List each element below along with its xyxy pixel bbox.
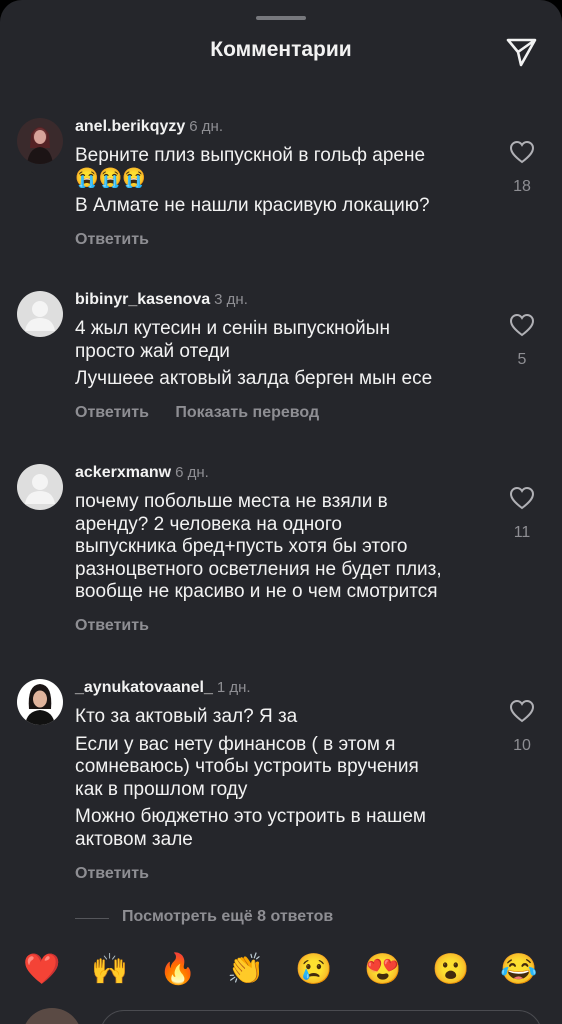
like-count: 5 bbox=[517, 351, 527, 368]
comment-item: _aynukatovaanel_ 1 дн. Кто за актовый зал… bbox=[0, 679, 562, 889]
comment-line: почему побольше места не взяли в аренду?… bbox=[75, 491, 442, 602]
username[interactable]: anel.berikqyzy bbox=[75, 118, 185, 135]
reply-button[interactable]: Ответить bbox=[75, 231, 149, 248]
heart-icon[interactable] bbox=[506, 140, 538, 164]
comment-line: Если у вас нету финансов ( в этом я сомн… bbox=[75, 733, 419, 800]
reply-button[interactable]: Ответить bbox=[75, 617, 149, 634]
reply-button[interactable]: Ответить bbox=[75, 404, 149, 421]
comment-actions: Ответить Показать перевод bbox=[75, 404, 341, 422]
timestamp: 6 дн. bbox=[189, 118, 223, 135]
tears-of-joy-emoji[interactable]: 😂 bbox=[497, 948, 541, 992]
like-control: 10 bbox=[506, 699, 538, 755]
avatar[interactable] bbox=[17, 291, 63, 337]
comment-item: anel.berikqyzy 6 дн. Верните плиз выпускн… bbox=[0, 118, 562, 258]
comment-line: Лучшеее актовый залда берген мын есе bbox=[75, 368, 433, 389]
comment-line: Верните плиз выпускной в гольф арене 😭😭😭 bbox=[75, 145, 426, 189]
view-more-label[interactable]: Посмотреть ещё 8 ответов bbox=[122, 908, 333, 926]
comment-line: 4 жыл кутесин и сенін выпускнойын просто… bbox=[75, 318, 390, 362]
show-translation-button[interactable]: Показать перевод bbox=[175, 404, 319, 421]
avatar[interactable] bbox=[17, 679, 63, 725]
red-heart-emoji[interactable]: ❤️ bbox=[20, 948, 64, 992]
comment-text: Кто за актовый зал? Я за Если у вас нету… bbox=[75, 706, 485, 856]
comment-line: Кто за актовый зал? Я за bbox=[75, 706, 298, 727]
avatar[interactable] bbox=[17, 464, 63, 510]
comment-input[interactable] bbox=[100, 1010, 542, 1024]
heart-icon[interactable] bbox=[506, 699, 538, 723]
username[interactable]: ackerxmanw bbox=[75, 464, 171, 481]
like-control: 18 bbox=[506, 140, 538, 196]
heart-icon[interactable] bbox=[506, 313, 538, 337]
timestamp: 6 дн. bbox=[175, 464, 209, 481]
divider bbox=[75, 918, 109, 919]
quick-reactions-bar: ❤️ 🙌 🔥 👏 😢 😍 😮 😂 bbox=[0, 948, 562, 992]
reply-button[interactable]: Ответить bbox=[75, 865, 149, 882]
comment-item: bibinyr_kasenova 3 дн. 4 жыл кутесин и се… bbox=[0, 291, 562, 431]
comment-actions: Ответить bbox=[75, 617, 171, 635]
like-count: 10 bbox=[513, 737, 531, 754]
comment-text: Верните плиз выпускной в гольф арене 😭😭😭… bbox=[75, 145, 485, 223]
comment-line: Можно бюджетно это устроить в нашем акто… bbox=[75, 806, 426, 850]
heart-eyes-emoji[interactable]: 😍 bbox=[361, 948, 405, 992]
comment-text: почему побольше места не взяли в аренду?… bbox=[75, 491, 485, 609]
comment-meta: bibinyr_kasenova 3 дн. bbox=[75, 291, 248, 309]
view-more-replies[interactable]: Посмотреть ещё 8 ответов bbox=[0, 908, 562, 930]
like-count: 11 bbox=[513, 524, 531, 541]
comment-text: 4 жыл кутесин и сенін выпускнойын просто… bbox=[75, 318, 485, 396]
comment-actions: Ответить bbox=[75, 865, 171, 883]
raised-hands-emoji[interactable]: 🙌 bbox=[88, 948, 132, 992]
comment-actions: Ответить bbox=[75, 231, 171, 249]
drag-handle[interactable] bbox=[256, 16, 306, 20]
like-control: 5 bbox=[506, 313, 538, 369]
page-title: Комментарии bbox=[210, 38, 352, 61]
username[interactable]: _aynukatovaanel_ bbox=[75, 679, 213, 696]
comments-sheet: Комментарии anel.berikqyzy 6 дн. Верните … bbox=[0, 0, 562, 1024]
comment-meta: _aynukatovaanel_ 1 дн. bbox=[75, 679, 251, 697]
comment-meta: ackerxmanw 6 дн. bbox=[75, 464, 209, 482]
like-control: 11 bbox=[506, 486, 538, 542]
timestamp: 1 дн. bbox=[216, 679, 251, 696]
surprised-face-emoji[interactable]: 😮 bbox=[429, 948, 473, 992]
like-count: 18 bbox=[513, 178, 531, 195]
comment-meta: anel.berikqyzy 6 дн. bbox=[75, 118, 223, 136]
timestamp: 3 дн. bbox=[214, 291, 248, 308]
comment-item: ackerxmanw 6 дн. почему побольше места не… bbox=[0, 464, 562, 644]
current-user-avatar bbox=[22, 1008, 82, 1024]
crying-face-emoji[interactable]: 😢 bbox=[292, 948, 336, 992]
clapping-hands-emoji[interactable]: 👏 bbox=[224, 948, 268, 992]
avatar[interactable] bbox=[17, 118, 63, 164]
username[interactable]: bibinyr_kasenova bbox=[75, 291, 210, 308]
fire-emoji[interactable]: 🔥 bbox=[156, 948, 200, 992]
heart-icon[interactable] bbox=[506, 486, 538, 510]
paper-plane-icon[interactable] bbox=[504, 36, 538, 68]
comment-line: В Алмате не нашли красивую локацию? bbox=[75, 195, 430, 216]
